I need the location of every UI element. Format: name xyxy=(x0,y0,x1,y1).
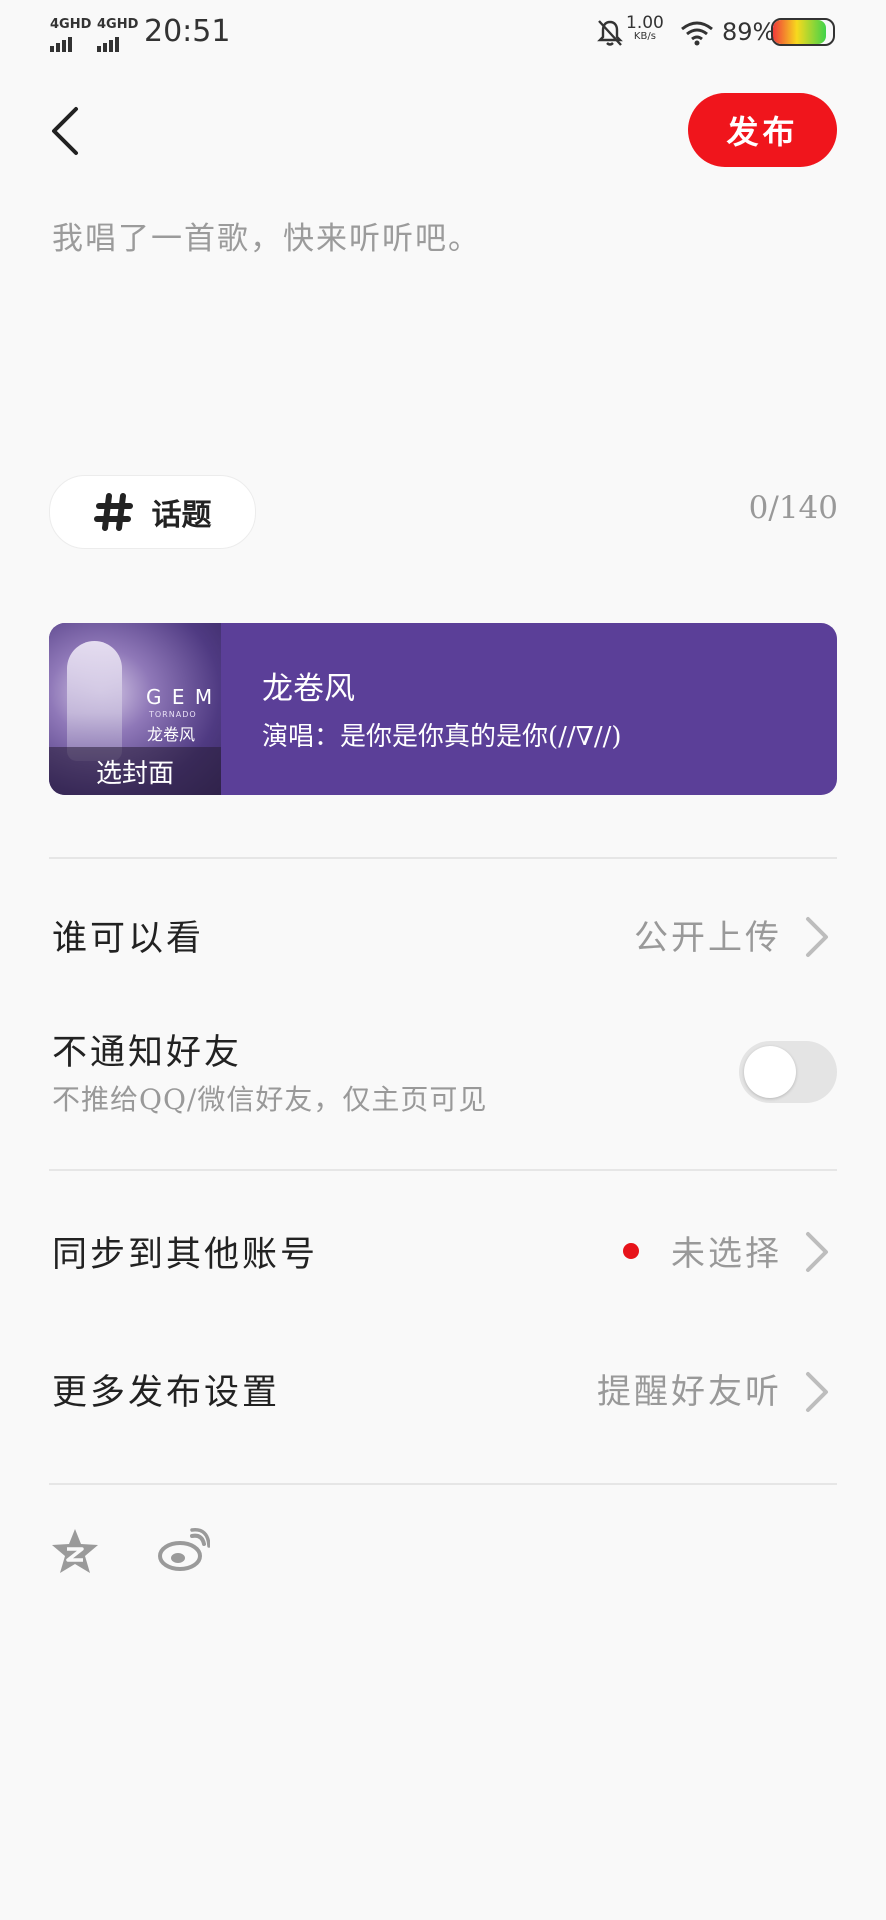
hashtag-icon xyxy=(93,493,133,531)
topic-button[interactable]: 话题 xyxy=(49,475,256,549)
battery-fill xyxy=(773,20,827,44)
char-counter: 0/140 xyxy=(748,490,838,526)
signal-bars-icon xyxy=(97,33,138,52)
divider xyxy=(49,857,837,859)
no-notify-description: 不推给QQ/微信好友，仅主页可见 xyxy=(52,1083,488,1116)
signal-label-1: 4GHD xyxy=(50,17,92,32)
signal-indicator-1: 4GHD xyxy=(50,18,91,52)
toggle-knob xyxy=(744,1046,796,1098)
signal-bars-icon xyxy=(50,33,91,52)
divider xyxy=(49,1483,837,1485)
status-bar: 4GHD 4GHD 20:51 1.00 KB/s 89% xyxy=(0,0,886,66)
speed-value: 1.00 xyxy=(626,13,664,33)
weibo-icon[interactable] xyxy=(158,1528,210,1572)
more-settings-value: 提醒好友听 xyxy=(597,1372,782,1412)
chevron-right-icon xyxy=(806,1232,828,1272)
cover-title: 龙卷风 xyxy=(147,725,196,744)
visibility-value: 公开上传 xyxy=(634,918,782,958)
wifi-icon xyxy=(681,21,713,46)
more-settings-label: 更多发布设置 xyxy=(52,1373,281,1413)
network-speed: 1.00 KB/s xyxy=(626,13,664,44)
chevron-right-icon xyxy=(806,917,828,957)
select-cover-button[interactable]: 选封面 xyxy=(49,747,221,795)
song-singer: 演唱：是你是你真的是你(//∇//) xyxy=(262,722,622,752)
divider xyxy=(49,1169,837,1171)
album-cover[interactable]: G E M TORNADO 龙卷风 选封面 xyxy=(49,623,221,795)
signal-indicator-2: 4GHD xyxy=(97,18,138,52)
signal-label-2: 4GHD xyxy=(97,17,139,32)
bell-off-icon xyxy=(597,20,623,46)
new-indicator-dot xyxy=(623,1243,639,1259)
sync-label: 同步到其他账号 xyxy=(52,1235,319,1275)
topic-label: 话题 xyxy=(151,498,212,533)
caption-input[interactable]: 我唱了一首歌，快来听听吧。 xyxy=(52,213,481,258)
visibility-label: 谁可以看 xyxy=(52,919,205,959)
song-card[interactable]: G E M TORNADO 龙卷风 选封面 xyxy=(49,623,837,795)
no-notify-label: 不通知好友 xyxy=(52,1033,243,1073)
qzone-icon[interactable] xyxy=(50,1527,100,1575)
back-arrow-icon[interactable] xyxy=(44,103,88,159)
cover-brand: G E M xyxy=(146,685,215,709)
status-time: 20:51 xyxy=(144,14,231,49)
cover-subtitle: TORNADO xyxy=(149,710,197,719)
sync-value: 未选择 xyxy=(671,1234,782,1274)
battery-icon xyxy=(771,18,835,46)
no-notify-toggle[interactable] xyxy=(739,1041,837,1103)
battery-percent: 89% xyxy=(722,18,776,46)
song-title: 龙卷风 xyxy=(262,671,355,707)
cover-artist-image xyxy=(67,641,122,761)
publish-button[interactable]: 发布 xyxy=(688,93,837,167)
chevron-right-icon xyxy=(806,1372,828,1412)
